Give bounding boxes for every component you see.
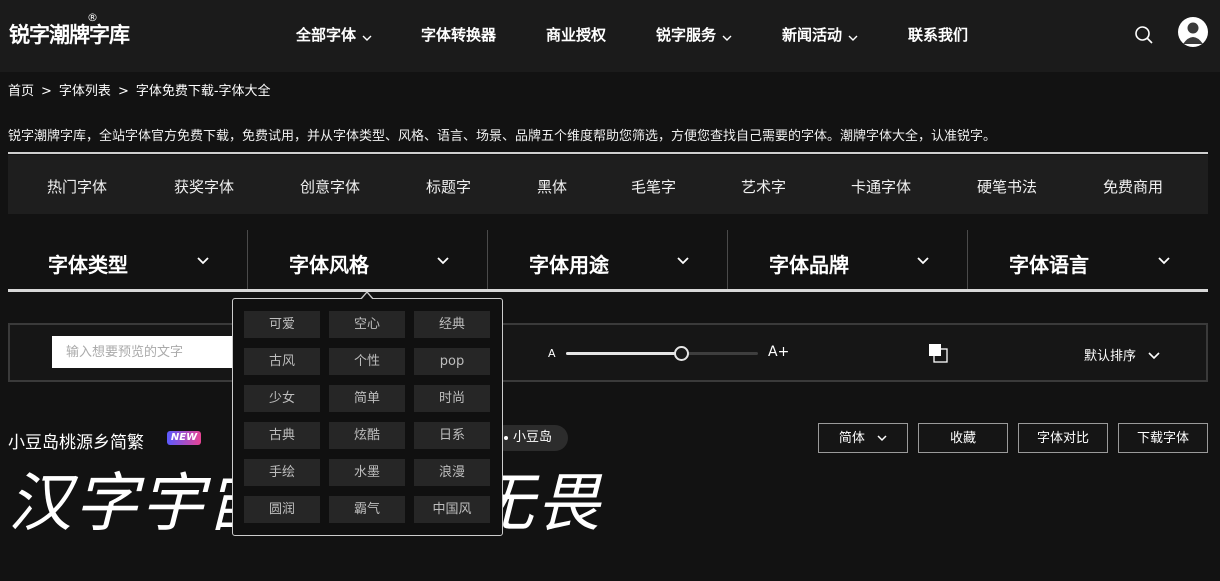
chevron-down-icon <box>877 424 887 453</box>
filter-font-language[interactable]: 字体语言 <box>1009 249 1089 278</box>
style-option-fashion[interactable]: 时尚 <box>414 385 490 412</box>
divider <box>8 289 1208 292</box>
style-option-cool[interactable]: 炫酷 <box>329 422 405 449</box>
style-option-ink[interactable]: 水墨 <box>329 459 405 486</box>
top-navbar <box>0 0 1220 72</box>
style-option-simple[interactable]: 简单 <box>329 385 405 412</box>
font-name[interactable]: 小豆岛桃源乡简繁 <box>8 428 144 453</box>
category-cartoon[interactable]: 卡通字体 <box>851 176 911 197</box>
category-creative[interactable]: 创意字体 <box>300 176 360 197</box>
color-invert-icon[interactable] <box>928 343 948 363</box>
style-option-round[interactable]: 圆润 <box>244 496 320 523</box>
breadcrumb-separator: > <box>41 84 52 99</box>
chevron-down-icon <box>722 27 732 45</box>
registered-mark: ® <box>87 11 98 24</box>
style-option-girl[interactable]: 少女 <box>244 385 320 412</box>
nav-all-fonts[interactable]: 全部字体 <box>296 24 372 45</box>
nav-font-converter[interactable]: 字体转换器 <box>421 24 496 45</box>
style-option-individual[interactable]: 个性 <box>329 348 405 375</box>
breadcrumb-separator: > <box>117 84 129 99</box>
divider <box>8 152 1208 154</box>
intro-text: 锐字潮牌字库，全站字体官方免费下载，免费试用，并从字体类型、风格、语言、场景、品… <box>8 129 997 144</box>
category-heiti[interactable]: 黑体 <box>537 176 567 197</box>
breadcrumb-font-list[interactable]: 字体列表 <box>59 84 111 99</box>
chevron-down-icon <box>1148 349 1160 364</box>
nav-commercial-license[interactable]: 商业授权 <box>546 24 606 45</box>
filter-font-usage[interactable]: 字体用途 <box>529 249 609 278</box>
divider <box>487 230 488 290</box>
chevron-down-icon[interactable] <box>675 253 691 269</box>
site-logo[interactable]: 锐字潮牌字库 <box>9 19 130 49</box>
breadcrumb-home[interactable]: 首页 <box>8 84 34 99</box>
brand-tag[interactable]: 小豆岛 <box>492 425 568 451</box>
filter-font-style[interactable]: 字体风格 <box>289 249 369 278</box>
chevron-down-icon <box>362 27 372 45</box>
nav-ruizi-services[interactable]: 锐字服务 <box>656 24 732 45</box>
style-option-traditional[interactable]: 古典 <box>244 422 320 449</box>
chevron-down-icon <box>848 27 858 45</box>
sort-dropdown[interactable]: 默认排序 <box>1084 345 1160 364</box>
breadcrumb-current: 字体免费下载-字体大全 <box>135 84 271 99</box>
divider <box>727 230 728 290</box>
chevron-down-icon[interactable] <box>435 253 451 269</box>
style-option-cute[interactable]: 可爱 <box>244 311 320 338</box>
category-award[interactable]: 获奖字体 <box>174 176 234 197</box>
new-badge: NEW <box>167 431 201 445</box>
divider <box>247 230 248 290</box>
chevron-down-icon[interactable] <box>915 253 931 269</box>
divider <box>967 230 968 290</box>
style-option-handdrawn[interactable]: 手绘 <box>244 459 320 486</box>
filter-font-type[interactable]: 字体类型 <box>48 249 128 278</box>
style-option-pop[interactable]: pop <box>414 348 490 375</box>
favorite-button[interactable]: 收藏 <box>918 423 1008 453</box>
category-pen-calligraphy[interactable]: 硬笔书法 <box>977 176 1037 197</box>
style-option-classic[interactable]: 经典 <box>414 311 490 338</box>
slider-fill <box>566 352 682 355</box>
style-option-romantic[interactable]: 浪漫 <box>414 459 490 486</box>
nav-contact-us[interactable]: 联系我们 <box>908 24 968 45</box>
font-size-large-label: A+ <box>768 344 790 360</box>
category-free-commercial[interactable]: 免费商用 <box>1103 176 1163 197</box>
nav-news-events[interactable]: 新闻活动 <box>782 24 858 45</box>
style-option-hollow[interactable]: 空心 <box>329 311 405 338</box>
compare-button[interactable]: 字体对比 <box>1018 423 1108 453</box>
preview-text-input[interactable] <box>52 336 252 368</box>
dropdown-caret-inner <box>361 293 373 300</box>
user-icon[interactable] <box>1178 17 1208 47</box>
category-brush[interactable]: 毛笔字 <box>631 176 676 197</box>
font-size-small-label: A <box>548 347 556 360</box>
style-option-chinese[interactable]: 中国风 <box>414 496 490 523</box>
category-hot[interactable]: 热门字体 <box>47 176 107 197</box>
style-option-japanese[interactable]: 日系 <box>414 422 490 449</box>
font-size-slider[interactable] <box>566 346 758 361</box>
category-title[interactable]: 标题字 <box>426 176 471 197</box>
dot-icon <box>504 435 508 440</box>
breadcrumb: 首页 > 字体列表 > 字体免费下载-字体大全 <box>8 80 271 99</box>
chevron-down-icon[interactable] <box>1156 253 1172 269</box>
style-option-domineering[interactable]: 霸气 <box>329 496 405 523</box>
filter-font-brand[interactable]: 字体品牌 <box>769 249 849 278</box>
variant-select[interactable]: 简体 <box>818 423 908 453</box>
chevron-down-icon[interactable] <box>195 253 211 269</box>
search-icon[interactable] <box>1133 24 1155 46</box>
download-button[interactable]: 下载字体 <box>1118 423 1208 453</box>
category-art[interactable]: 艺术字 <box>741 176 786 197</box>
style-option-ancient[interactable]: 古风 <box>244 348 320 375</box>
